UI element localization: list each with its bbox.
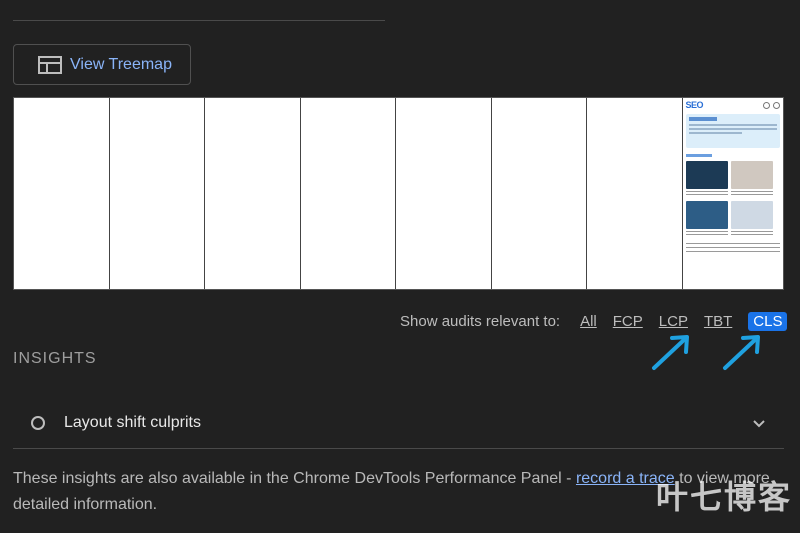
footer-text-before: These insights are also available in the… [13, 470, 576, 487]
insights-heading: INSIGHTS [13, 350, 97, 367]
chevron-down-icon[interactable] [752, 418, 766, 428]
filmstrip-frame [396, 98, 492, 289]
annotation-arrow-icon [723, 335, 760, 370]
filmstrip-frame [491, 98, 587, 289]
audits-filter: Show audits relevant to: All FCP LCP TBT… [400, 310, 788, 332]
layout-shift-culprits-row[interactable]: Layout shift culprits [13, 398, 784, 449]
thumbnail-toolbar-icons [763, 101, 780, 109]
watermark-logo: 叶七博客 [655, 478, 792, 516]
filter-tbt-link[interactable]: TBT [704, 313, 732, 330]
audits-filter-label: Show audits relevant to: [400, 312, 561, 330]
view-treemap-button[interactable]: View Treemap [13, 44, 191, 85]
thumbnail-logo: SEO [685, 100, 704, 110]
filmstrip-frame [109, 98, 205, 289]
status-circle-icon [31, 416, 45, 430]
insight-title: Layout shift culprits [64, 414, 201, 431]
thumbnail-intro-card [685, 114, 780, 148]
filmstrip-frame [14, 98, 110, 289]
filmstrip-frame-rendered-page: SEO [682, 98, 783, 289]
filter-cls-button[interactable]: CLS [748, 311, 788, 331]
filmstrip-frame [205, 98, 301, 289]
top-divider [13, 20, 385, 21]
filter-all-link[interactable]: All [580, 313, 597, 330]
filter-fcp-link[interactable]: FCP [613, 313, 643, 330]
filter-lcp-link[interactable]: LCP [659, 313, 688, 330]
filmstrip: SEO [13, 97, 784, 290]
view-treemap-label: View Treemap [70, 55, 172, 73]
annotation-arrow-icon [652, 335, 689, 370]
treemap-icon [38, 55, 62, 74]
filmstrip-frame [300, 98, 396, 289]
filmstrip-frame [587, 98, 683, 289]
